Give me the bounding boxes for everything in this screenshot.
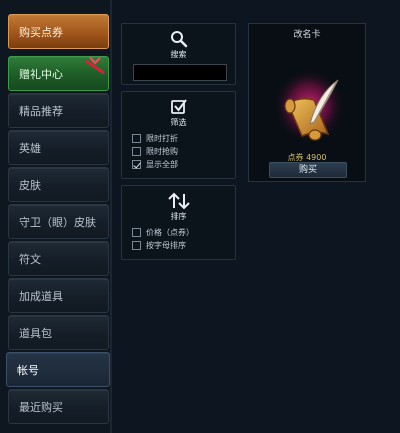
sidebar-item-label: 英雄 bbox=[19, 141, 41, 155]
search-input[interactable] bbox=[133, 64, 227, 81]
sidebar: 购买点券 赠礼中心 精品推荐 英雄 皮肤 守卫（眼）皮肤 符文 加成道具 道具包… bbox=[0, 0, 112, 433]
sidebar-item-label: 精品推荐 bbox=[19, 104, 63, 118]
sort-option-price[interactable]: 价格（点券） bbox=[132, 226, 194, 238]
sidebar-item-runes[interactable]: 符文 bbox=[8, 241, 109, 276]
filter-panel: 筛选 限时打折 限时抢购 显示全部 bbox=[121, 91, 236, 179]
filter-option-label: 限时抢购 bbox=[146, 146, 178, 156]
sidebar-item-ward-skins[interactable]: 守卫（眼）皮肤 bbox=[8, 204, 109, 239]
up-down-arrows-icon bbox=[167, 192, 190, 210]
checkbox[interactable] bbox=[132, 227, 141, 237]
search-title: 搜索 bbox=[170, 50, 187, 59]
filter-option-label: 显示全部 bbox=[146, 159, 178, 169]
sidebar-item-label: 守卫（眼）皮肤 bbox=[19, 215, 96, 229]
sort-panel: 排序 价格（点券） 按字母排序 bbox=[121, 185, 236, 260]
sidebar-item-label: 符文 bbox=[19, 252, 41, 266]
checkbox[interactable] bbox=[132, 133, 141, 143]
checkbox-checked[interactable] bbox=[132, 159, 141, 169]
sidebar-item-boosts[interactable]: 加成道具 bbox=[8, 278, 109, 313]
sort-option-label: 按字母排序 bbox=[146, 240, 186, 250]
sidebar-item-label: 赠礼中心 bbox=[19, 67, 63, 81]
item-title: 改名卡 bbox=[293, 30, 321, 40]
sidebar-item-label: 道具包 bbox=[19, 326, 52, 340]
sidebar-item-label: 帐号 bbox=[17, 363, 39, 377]
search-panel: 搜索 bbox=[121, 23, 236, 85]
sidebar-item-label: 最近购买 bbox=[19, 400, 63, 414]
sort-option-alphabetical[interactable]: 按字母排序 bbox=[132, 239, 186, 251]
sidebar-item-buy-points[interactable]: 购买点券 bbox=[8, 14, 109, 49]
sidebar-item-label: 购买点券 bbox=[19, 25, 63, 39]
sort-option-label: 价格（点券） bbox=[146, 227, 194, 237]
sidebar-item-account[interactable]: 帐号 bbox=[6, 352, 110, 387]
checkbox-icon bbox=[170, 99, 187, 114]
filter-option-flash-sale[interactable]: 限时抢购 bbox=[132, 145, 178, 157]
filter-option-discount[interactable]: 限时打折 bbox=[132, 132, 178, 144]
item-card[interactable]: 改名卡 点券 4900 购买 bbox=[248, 23, 366, 182]
filter-option-label: 限时打折 bbox=[146, 133, 178, 143]
scroll-quill-icon bbox=[273, 68, 345, 144]
sidebar-item-champions[interactable]: 英雄 bbox=[8, 130, 109, 165]
sort-title: 排序 bbox=[170, 212, 187, 221]
sidebar-item-gift-center[interactable]: 赠礼中心 bbox=[8, 56, 109, 91]
sidebar-item-recent-purchases[interactable]: 最近购买 bbox=[8, 389, 109, 424]
sidebar-item-label: 加成道具 bbox=[19, 289, 63, 303]
filter-title: 筛选 bbox=[170, 118, 187, 127]
sidebar-item-featured[interactable]: 精品推荐 bbox=[8, 93, 109, 128]
checkbox[interactable] bbox=[132, 240, 141, 250]
sidebar-item-label: 皮肤 bbox=[19, 178, 41, 192]
magnifier-icon bbox=[170, 31, 187, 48]
sidebar-item-bundles[interactable]: 道具包 bbox=[8, 315, 109, 350]
ribbon-icon bbox=[85, 56, 105, 75]
checkbox[interactable] bbox=[132, 146, 141, 156]
filter-option-show-all[interactable]: 显示全部 bbox=[132, 158, 178, 170]
sidebar-item-skins[interactable]: 皮肤 bbox=[8, 167, 109, 202]
buy-button[interactable]: 购买 bbox=[269, 162, 347, 178]
